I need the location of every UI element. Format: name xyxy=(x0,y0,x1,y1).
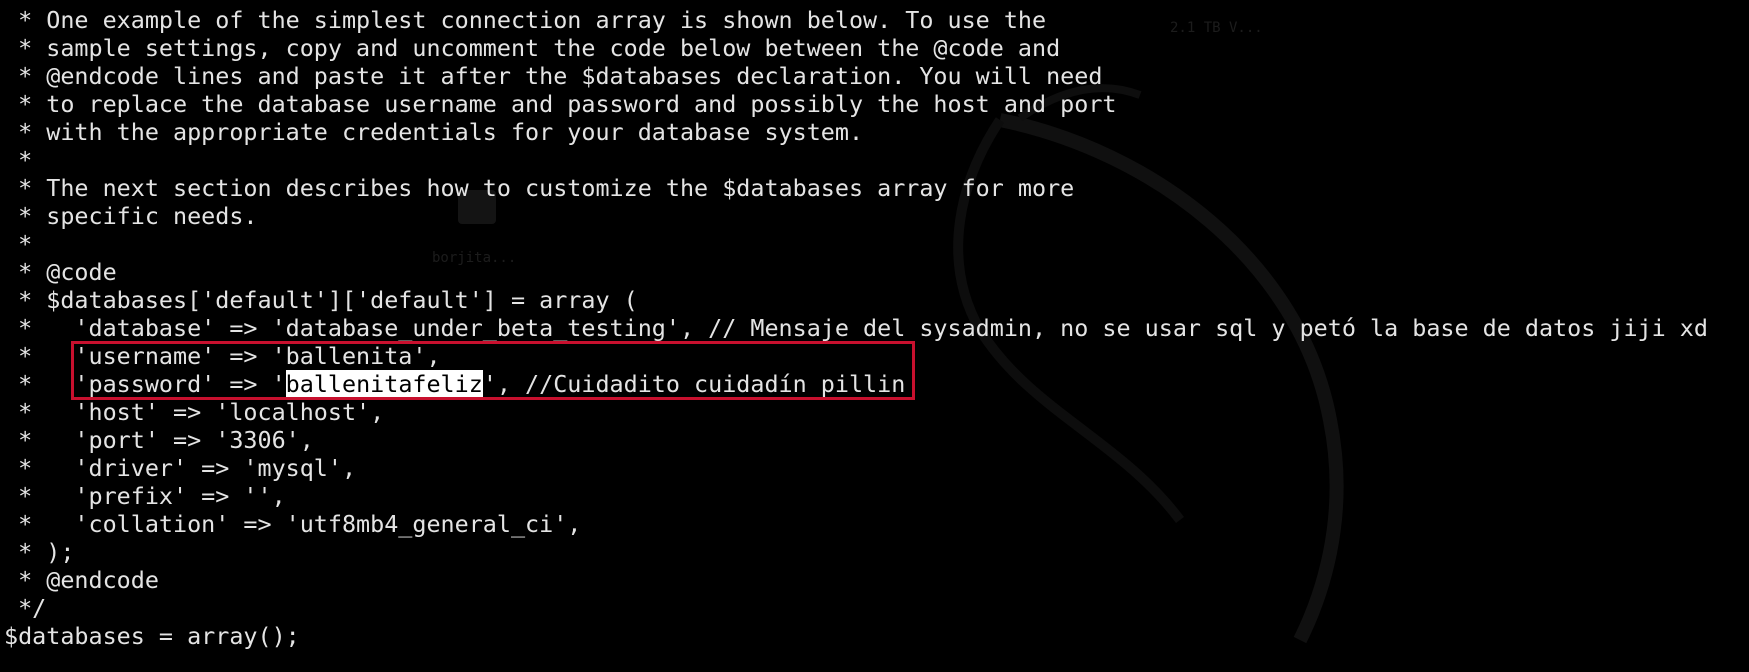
code-line: * sample settings, copy and uncomment th… xyxy=(4,34,1061,62)
password-line-prefix: * 'password' => ' xyxy=(4,370,286,398)
source-code-block[interactable]: * One example of the simplest connection… xyxy=(4,6,1708,650)
code-line: * The next section describes how to cust… xyxy=(4,174,1075,202)
code-line: * with the appropriate credentials for y… xyxy=(4,118,864,146)
code-line: * specific needs. xyxy=(4,202,258,230)
code-line: */ xyxy=(4,594,47,622)
code-line: * @endcode lines and paste it after the … xyxy=(4,62,1103,90)
code-line: * 'host' => 'localhost', xyxy=(4,398,385,426)
selected-password-text[interactable]: ballenitafeliz xyxy=(285,370,483,398)
code-line: * 'driver' => 'mysql', xyxy=(4,454,357,482)
code-line: * $databases['default']['default'] = arr… xyxy=(4,286,638,314)
code-line-password: * 'password' => 'ballenitafeliz', //Cuid… xyxy=(4,370,1708,398)
code-line: * 'collation' => 'utf8mb4_general_ci', xyxy=(4,510,582,538)
terminal-window[interactable]: borjita... 2.1 TB V... * One example of … xyxy=(0,0,1749,672)
code-line: * 'port' => '3306', xyxy=(4,426,314,454)
password-line-suffix: ', //Cuidadito cuidadín pillin xyxy=(482,370,906,398)
code-line: * xyxy=(4,230,33,258)
code-line: * ); xyxy=(4,538,75,566)
code-line: * xyxy=(4,146,33,174)
code-line-database: * 'database' => 'database_under_beta_tes… xyxy=(4,314,1708,342)
code-line: * 'prefix' => '', xyxy=(4,482,286,510)
code-line: $databases = array(); xyxy=(4,622,300,650)
code-line: * One example of the simplest connection… xyxy=(4,6,1047,34)
code-line: * @endcode xyxy=(4,566,159,594)
code-line: * @code xyxy=(4,258,117,286)
code-line: * to replace the database username and p… xyxy=(4,90,1117,118)
code-line-username: * 'username' => 'ballenita', xyxy=(4,342,441,370)
